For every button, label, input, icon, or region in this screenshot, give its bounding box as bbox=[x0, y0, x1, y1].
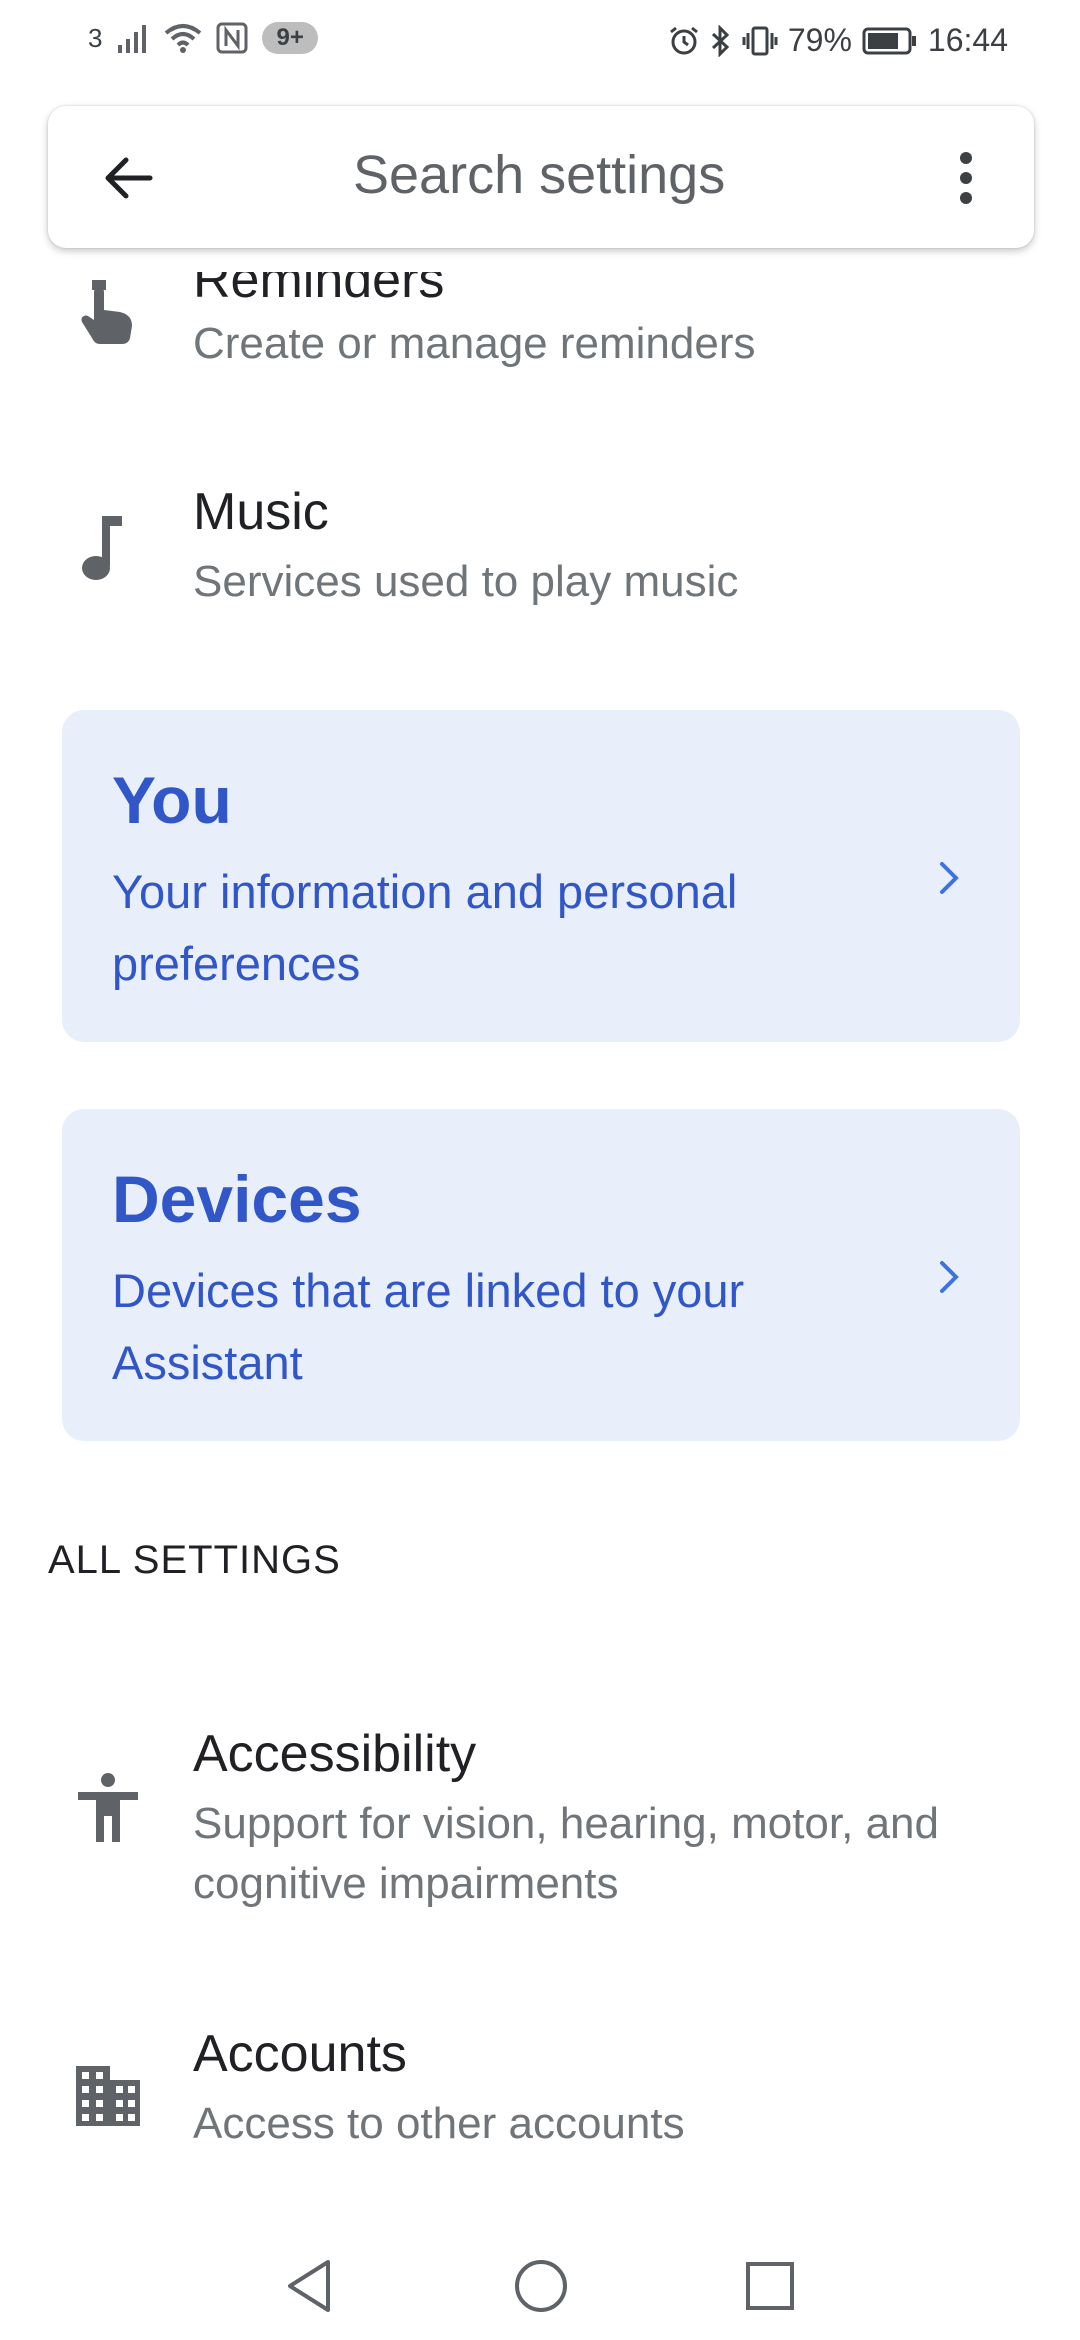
battery-percent: 79% bbox=[787, 22, 852, 58]
nav-back-icon[interactable] bbox=[280, 2256, 340, 2316]
status-bar: 3 9+ 79% 16:44 bbox=[0, 0, 1080, 84]
battery-icon bbox=[862, 26, 918, 56]
reminders-title: Reminders bbox=[193, 251, 445, 309]
card-devices-description: Devices that are linked to your Assistan… bbox=[112, 1264, 745, 1389]
building-icon bbox=[70, 2056, 146, 2132]
music-title: Music bbox=[193, 483, 329, 541]
more-vert-icon[interactable] bbox=[956, 148, 976, 208]
touch-hand-icon bbox=[70, 270, 146, 346]
accessibility-title: Accessibility bbox=[193, 1725, 477, 1783]
accounts-subtitle: Access to other accounts bbox=[193, 2099, 685, 2148]
reminders-subtitle: Create or manage reminders bbox=[193, 319, 756, 368]
nav-home-icon[interactable] bbox=[511, 2256, 571, 2316]
carrier-badge: 3 bbox=[88, 22, 103, 53]
search-input[interactable]: Search settings bbox=[353, 144, 725, 206]
list-item-accessibility[interactable]: Accessibility Support for vision, hearin… bbox=[0, 1710, 1080, 1940]
card-you-description: Your information and personal preference… bbox=[112, 865, 738, 990]
nfc-icon bbox=[216, 22, 248, 54]
chevron-right-icon bbox=[932, 856, 968, 900]
section-header-all-settings: ALL SETTINGS bbox=[48, 1538, 341, 1582]
alarm-icon bbox=[668, 25, 700, 57]
card-you-title: You bbox=[112, 763, 232, 837]
system-nav-bar bbox=[0, 2220, 1080, 2340]
status-right: 79% 16:44 bbox=[668, 22, 1008, 59]
list-item-reminders[interactable]: Reminders Create or manage reminders bbox=[0, 230, 1080, 420]
back-arrow-icon[interactable] bbox=[100, 150, 156, 206]
status-left: 3 9+ bbox=[88, 22, 318, 54]
nav-recents-icon[interactable] bbox=[740, 2256, 800, 2316]
settings-screen: 3 9+ 79% 16:44 Search settings Reminders… bbox=[0, 0, 1080, 2340]
card-devices[interactable]: Devices Devices that are linked to your … bbox=[62, 1109, 1020, 1441]
vibrate-icon bbox=[742, 25, 778, 57]
card-devices-title: Devices bbox=[112, 1162, 362, 1236]
music-subtitle: Services used to play music bbox=[193, 557, 739, 606]
list-item-music[interactable]: Music Services used to play music bbox=[0, 470, 1080, 650]
wifi-icon bbox=[164, 23, 202, 53]
list-item-accounts[interactable]: Accounts Access to other accounts bbox=[0, 2010, 1080, 2190]
accounts-title: Accounts bbox=[193, 2025, 407, 2083]
accessibility-subtitle: Support for vision, hearing, motor, and … bbox=[193, 1799, 939, 1908]
bluetooth-icon bbox=[710, 24, 732, 57]
card-you[interactable]: You Your information and personal prefer… bbox=[62, 710, 1020, 1042]
search-bar[interactable]: Search settings bbox=[48, 106, 1034, 248]
accessibility-icon bbox=[70, 1770, 146, 1846]
chevron-right-icon bbox=[932, 1255, 968, 1299]
notification-badge: 9+ bbox=[262, 22, 318, 54]
signal-icon bbox=[116, 23, 150, 53]
music-note-icon bbox=[70, 510, 146, 586]
clock-time: 16:44 bbox=[927, 22, 1008, 58]
